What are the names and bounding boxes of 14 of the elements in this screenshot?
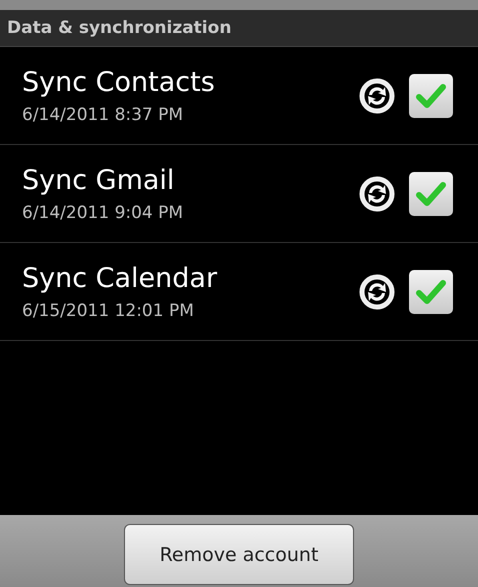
- sync-item-title: Sync Gmail: [22, 164, 176, 198]
- sync-timestamp: 6/14/2011 9:04 PM: [22, 202, 184, 224]
- sync-item-title: Sync Contacts: [22, 66, 216, 100]
- sync-checkbox[interactable]: [409, 74, 453, 118]
- sync-timestamp: 6/14/2011 8:37 PM: [22, 104, 184, 126]
- sync-checkbox[interactable]: [409, 270, 453, 314]
- sync-timestamp: 6/15/2011 12:01 PM: [22, 300, 195, 322]
- sync-icon: [359, 78, 395, 114]
- remove-account-button[interactable]: Remove account: [124, 524, 354, 585]
- sync-item-title: Sync Calendar: [22, 262, 218, 296]
- sync-icon: [359, 176, 395, 212]
- sync-checkbox[interactable]: [409, 172, 453, 216]
- sync-icon: [359, 274, 395, 310]
- section-header: Data & synchronization: [0, 10, 478, 47]
